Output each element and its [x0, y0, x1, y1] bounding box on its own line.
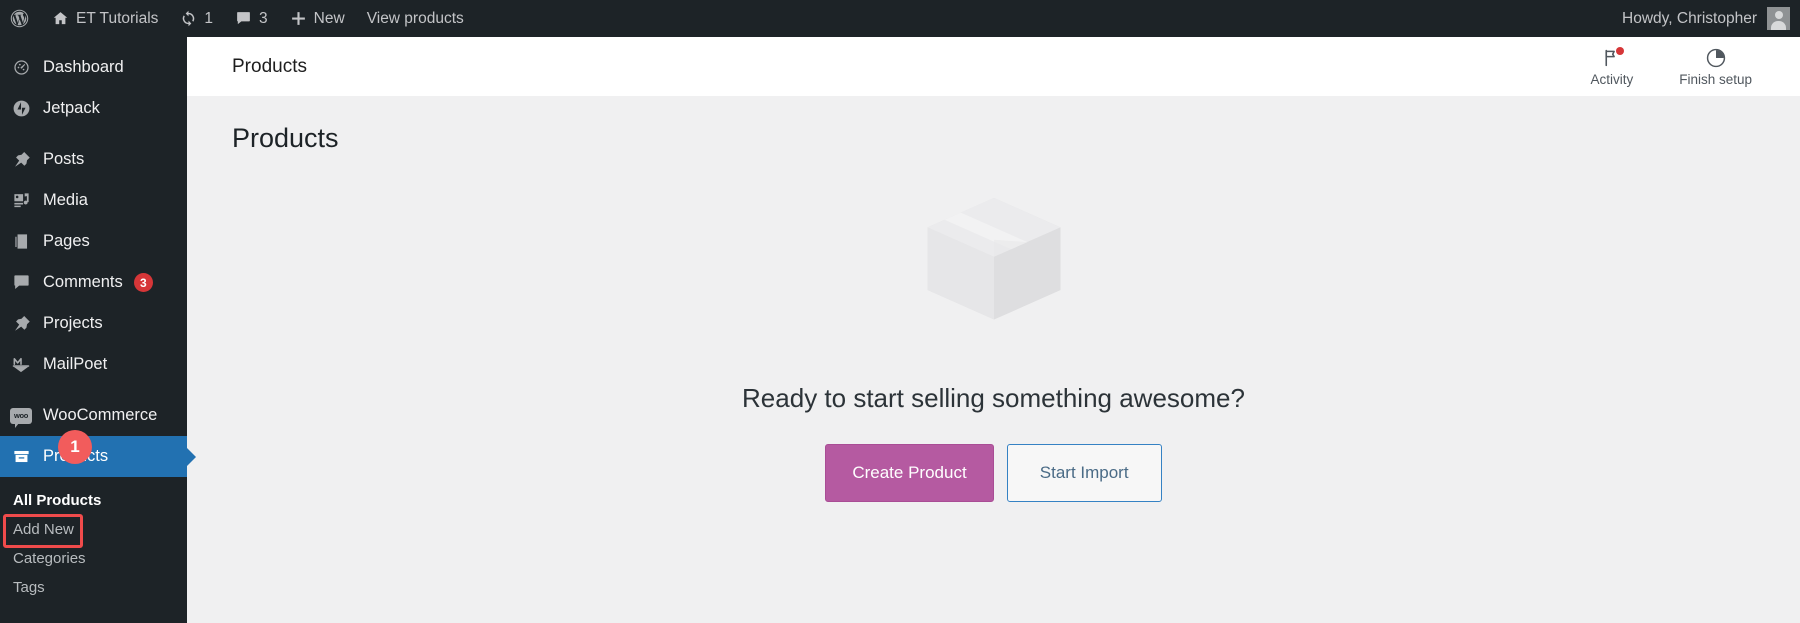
- sidebar-item-posts[interactable]: Posts: [0, 139, 187, 180]
- sidebar-item-label: WooCommerce: [43, 406, 158, 424]
- sidebar-item-label: Comments: [43, 273, 123, 291]
- sidebar-item-label: MailPoet: [43, 355, 108, 373]
- user-avatar-icon: [1767, 7, 1790, 30]
- pin-icon: [10, 150, 32, 169]
- sidebar-item-label: Projects: [43, 314, 103, 332]
- sidebar-item-media[interactable]: Media: [0, 180, 187, 221]
- activity-unread-dot: [1616, 46, 1625, 55]
- page-title: Products: [232, 123, 339, 153]
- comment-bubble-icon: [235, 10, 252, 27]
- sidebar-item-label: Media: [43, 191, 88, 209]
- howdy-label: Howdy, Christopher: [1622, 9, 1757, 27]
- comments-button[interactable]: 3: [224, 0, 279, 37]
- submenu-item-label: Tags: [13, 579, 45, 596]
- wordpress-logo-button[interactable]: [0, 0, 41, 37]
- site-name-button[interactable]: ET Tutorials: [41, 0, 169, 37]
- updates-icon: [180, 10, 197, 27]
- media-icon: [10, 191, 32, 210]
- updates-button[interactable]: 1: [169, 0, 224, 37]
- submenu-item-all-products[interactable]: All Products: [0, 486, 187, 515]
- sidebar-item-label: Pages: [43, 232, 90, 250]
- site-name-label: ET Tutorials: [76, 9, 159, 27]
- jetpack-icon: [10, 99, 32, 118]
- sidebar-item-jetpack[interactable]: Jetpack: [0, 88, 187, 129]
- create-product-button[interactable]: Create Product: [825, 444, 994, 502]
- my-account-menu[interactable]: Howdy, Christopher: [1622, 0, 1800, 37]
- products-submenu: All Products Add New Categories Tags: [0, 477, 187, 602]
- activity-button[interactable]: Activity: [1590, 46, 1634, 87]
- admin-bar: ET Tutorials 1 3 New View products Howdy…: [0, 0, 1800, 37]
- empty-state-actions: Create Product Start Import: [825, 444, 1162, 502]
- pages-icon: [10, 232, 32, 251]
- pin-icon: [10, 314, 32, 333]
- submenu-item-tags[interactable]: Tags: [0, 573, 187, 602]
- plus-icon: [290, 10, 307, 27]
- start-import-button[interactable]: Start Import: [1006, 444, 1162, 502]
- sidebar-item-woocommerce[interactable]: woo WooCommerce: [0, 395, 187, 436]
- updates-count: 1: [204, 9, 214, 27]
- sidebar-item-label: Jetpack: [43, 99, 100, 117]
- view-products-link[interactable]: View products: [356, 0, 475, 37]
- activity-label: Activity: [1590, 71, 1634, 87]
- sidebar-item-comments[interactable]: Comments 3: [0, 262, 187, 303]
- menu-spacer: [0, 37, 187, 47]
- comments-count: 3: [259, 9, 268, 27]
- admin-sidebar-menu: Dashboard Jetpack Posts Media Pages Comm…: [0, 37, 187, 623]
- products-empty-state: Ready to start selling something awesome…: [232, 158, 1755, 502]
- finish-setup-button[interactable]: Finish setup: [1679, 47, 1752, 87]
- flag-icon: [1601, 46, 1625, 69]
- products-icon: [10, 447, 32, 466]
- header-title: Products: [232, 55, 307, 77]
- sidebar-item-pages[interactable]: Pages: [0, 221, 187, 262]
- submenu-item-label: Add New: [13, 521, 74, 538]
- submenu-item-add-new[interactable]: Add New: [0, 514, 187, 548]
- submenu-item-categories[interactable]: Categories: [0, 544, 187, 573]
- header-actions: Activity Finish setup: [1590, 46, 1774, 87]
- wordpress-logo-icon: [9, 8, 30, 29]
- menu-spacer: [0, 385, 187, 395]
- sidebar-item-products[interactable]: Products: [0, 436, 187, 477]
- home-icon: [52, 10, 69, 27]
- woocommerce-header: Products Activity Finish setup: [187, 37, 1800, 97]
- empty-state-heading: Ready to start selling something awesome…: [742, 383, 1245, 413]
- finish-setup-label: Finish setup: [1679, 71, 1752, 87]
- submenu-item-label: All Products: [13, 492, 102, 509]
- new-content-button[interactable]: New: [279, 0, 356, 37]
- submenu-item-label: Categories: [13, 550, 86, 567]
- woocommerce-icon: woo: [10, 407, 32, 428]
- page-body: Products Ready to start selling somethin…: [187, 97, 1800, 502]
- sidebar-item-projects[interactable]: Projects: [0, 303, 187, 344]
- view-products-label: View products: [366, 9, 464, 27]
- new-content-label: New: [313, 9, 345, 27]
- sidebar-item-label: Dashboard: [43, 58, 124, 76]
- step-number-badge: 1: [58, 430, 92, 464]
- comments-pending-badge: 3: [133, 273, 153, 292]
- comment-icon: [10, 273, 32, 292]
- mailpoet-icon: [10, 355, 32, 375]
- menu-spacer: [0, 129, 187, 139]
- sidebar-item-mailpoet[interactable]: MailPoet: [0, 344, 187, 385]
- package-box-icon: [899, 158, 1089, 353]
- main-content: Products Activity Finish setup Products …: [187, 37, 1800, 623]
- sidebar-item-dashboard[interactable]: Dashboard: [0, 47, 187, 88]
- pie-progress-icon: [1705, 47, 1727, 69]
- sidebar-item-label: Posts: [43, 150, 85, 168]
- dashboard-icon: [10, 58, 32, 77]
